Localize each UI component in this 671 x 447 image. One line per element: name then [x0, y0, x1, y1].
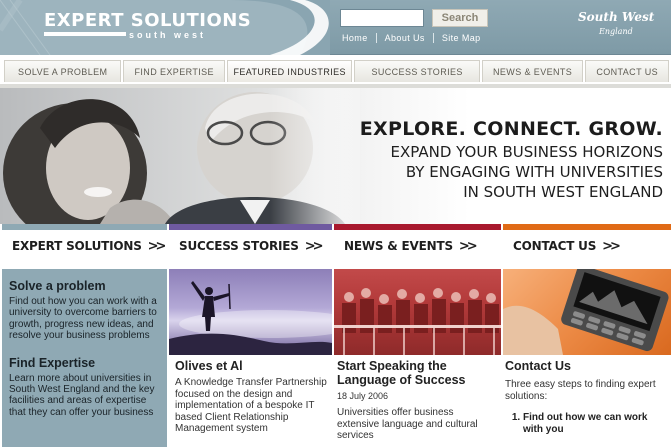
solve-a-problem-text: Find out how you can work with a univers…	[9, 296, 157, 342]
section-label: CONTACT US	[513, 239, 597, 253]
site-header: EXPERT SOLUTIONS south west Search Home …	[0, 0, 671, 55]
hero-tagline-line-2: BY ENGAGING WITH UNIVERSITIES	[405, 163, 663, 181]
nav-solve-a-problem[interactable]: SOLVE A PROBLEM	[4, 60, 122, 82]
news-photo[interactable]	[334, 269, 501, 355]
nav-contact-us[interactable]: CONTACT US	[585, 60, 669, 82]
logo-rule	[44, 32, 126, 36]
section-expert-solutions[interactable]: EXPERT SOLUTIONS >>	[2, 224, 167, 268]
expert-solutions-panel: Solve a problem Find out how you can wor…	[2, 269, 167, 447]
south-west-england-logo-sub: England	[599, 27, 633, 36]
site-map-link[interactable]: Site Map	[434, 33, 489, 43]
success-story-photo[interactable]	[169, 269, 332, 355]
column-divider	[167, 269, 169, 447]
double-chevron-right-icon: >>	[458, 238, 478, 254]
double-chevron-right-icon: >>	[602, 238, 621, 254]
nav-find-expertise[interactable]: FIND EXPERTISE	[123, 60, 225, 82]
logo-subtitle: south west	[129, 30, 207, 40]
section-bar	[503, 224, 671, 230]
contact-step-1[interactable]: Find out how we can work with you	[523, 412, 668, 435]
news-date: 18 July 2006	[337, 391, 389, 401]
section-label: SUCCESS STORIES	[179, 239, 299, 253]
climber-silhouette	[169, 281, 332, 355]
contact-heading[interactable]: Contact Us	[505, 359, 668, 373]
search-input[interactable]	[340, 9, 424, 27]
success-story: Olives et Al A Knowledge Transfer Partne…	[175, 359, 327, 435]
double-chevron-right-icon: >>	[304, 238, 324, 254]
contact-block: Contact Us Three easy steps to finding e…	[505, 359, 668, 437]
column-divider	[332, 269, 334, 447]
section-bar	[2, 224, 167, 230]
section-bar	[334, 224, 501, 230]
nav-featured-industries[interactable]: FEATURED INDUSTRIES	[227, 60, 353, 82]
hero-banner: EXPLORE. CONNECT. GROW. EXPAND YOUR BUSI…	[0, 88, 671, 224]
section-label: NEWS & EVENTS	[344, 239, 453, 253]
contact-photo[interactable]	[503, 269, 671, 355]
hero-headline: EXPLORE. CONNECT. GROW.	[359, 118, 663, 140]
search-button[interactable]: Search	[432, 9, 488, 27]
contact-steps-list: Find out how we can work with you	[505, 412, 668, 435]
news-text: Universities offer business extensive la…	[337, 407, 478, 442]
news-item: Start Speaking the Language of Success 1…	[337, 359, 497, 442]
hero-tagline-line-1: EXPAND YOUR BUSINESS HORIZONS	[390, 143, 663, 161]
section-label: EXPERT SOLUTIONS	[12, 239, 142, 253]
section-news-events[interactable]: NEWS & EVENTS >>	[334, 224, 501, 268]
section-success-stories[interactable]: SUCCESS STORIES >>	[169, 224, 332, 268]
double-chevron-right-icon: >>	[147, 238, 167, 254]
contact-intro: Three easy steps to finding expert solut…	[505, 379, 656, 402]
home-link[interactable]: Home	[334, 33, 376, 43]
success-story-heading[interactable]: Olives et Al	[175, 359, 327, 373]
logo-title[interactable]: EXPERT SOLUTIONS	[44, 10, 251, 31]
hero-tagline-line-3: IN SOUTH WEST ENGLAND	[463, 183, 663, 201]
find-expertise-heading[interactable]: Find Expertise	[9, 356, 161, 370]
crowd-photo	[334, 288, 501, 355]
solve-a-problem-heading[interactable]: Solve a problem	[9, 279, 161, 293]
nav-success-stories[interactable]: SUCCESS STORIES	[354, 60, 480, 82]
south-west-england-logo[interactable]: South West	[578, 10, 654, 24]
success-story-text: A Knowledge Transfer Partnership focused…	[175, 377, 327, 435]
section-bar	[169, 224, 332, 230]
section-contact-us[interactable]: CONTACT US >>	[503, 224, 671, 268]
main-nav: SOLVE A PROBLEM FIND EXPERTISE FEATURED …	[0, 56, 671, 84]
find-expertise-text: Learn more about universities in South W…	[9, 372, 155, 418]
mobile-phone-photo	[503, 269, 669, 355]
news-heading[interactable]: Start Speaking the Language of Success	[337, 359, 497, 387]
about-us-link[interactable]: About Us	[377, 33, 433, 43]
nav-news-events[interactable]: NEWS & EVENTS	[481, 60, 584, 82]
top-links: Home About Us Site Map	[334, 31, 489, 45]
column-divider	[501, 269, 503, 447]
hero-photo	[0, 88, 360, 224]
